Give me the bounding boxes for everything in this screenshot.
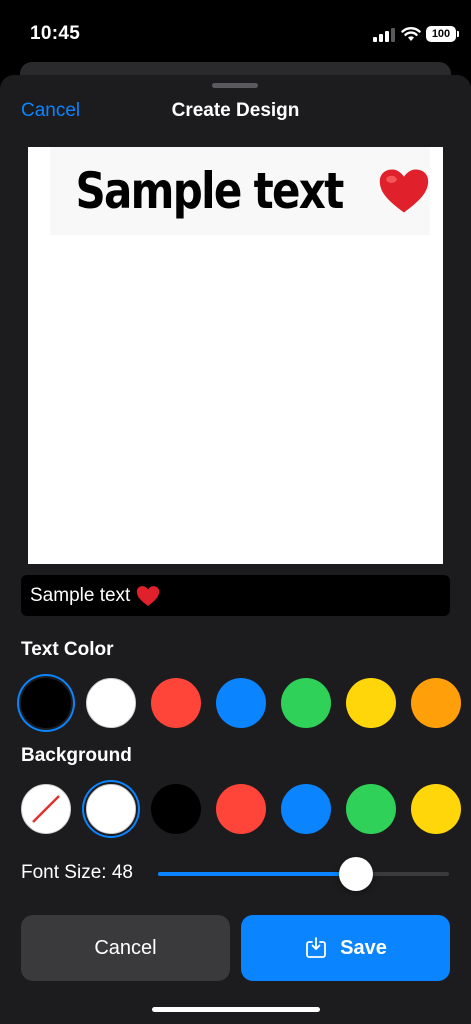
text-color-swatch[interactable] [411, 678, 461, 728]
no-color-slash-icon [32, 795, 60, 823]
status-time: 10:45 [30, 23, 81, 44]
text-color-label: Text Color [21, 639, 114, 660]
nav-cancel-button[interactable]: Cancel [21, 100, 80, 122]
background-swatch[interactable] [151, 784, 201, 834]
background-swatch[interactable] [411, 784, 461, 834]
font-size-slider-thumb[interactable] [338, 857, 373, 891]
save-button[interactable]: Save [241, 915, 450, 981]
text-color-swatch[interactable] [346, 678, 396, 728]
font-size-slider[interactable] [158, 857, 449, 891]
font-size-slider-fill [158, 872, 356, 876]
background-swatch[interactable] [86, 784, 136, 834]
heart-emoji-icon [379, 169, 429, 213]
text-color-swatch[interactable] [216, 678, 266, 728]
battery-icon: 100 [426, 26, 459, 42]
text-color-swatch[interactable] [151, 678, 201, 728]
text-input-value: Sample text [30, 584, 131, 606]
cellular-signal-icon [373, 28, 395, 42]
text-color-swatch[interactable] [21, 678, 71, 728]
heart-emoji-icon [137, 585, 160, 606]
status-bar: 10:45 100 [0, 0, 471, 60]
background-swatch[interactable] [346, 784, 396, 834]
preview-text-block: Sample text [50, 147, 430, 235]
font-size-label: Font Size: 48 [21, 862, 133, 883]
background-swatch[interactable] [281, 784, 331, 834]
design-preview-canvas: Sample text [28, 147, 443, 564]
save-button-label: Save [340, 936, 387, 959]
wifi-icon [401, 27, 421, 41]
home-indicator [152, 1007, 320, 1012]
sheet-grabber[interactable] [212, 83, 258, 88]
text-color-swatch[interactable] [281, 678, 331, 728]
create-design-sheet: Cancel Create Design Sample text Sample … [0, 75, 471, 1024]
background-label: Background [21, 745, 132, 766]
design-text-input[interactable]: Sample text [21, 575, 450, 616]
cancel-button[interactable]: Cancel [21, 915, 230, 981]
text-color-swatch[interactable] [86, 678, 136, 728]
background-swatch[interactable] [216, 784, 266, 834]
save-icon [306, 937, 327, 958]
preview-text: Sample text [75, 162, 344, 220]
background-swatch-none[interactable] [21, 784, 71, 834]
